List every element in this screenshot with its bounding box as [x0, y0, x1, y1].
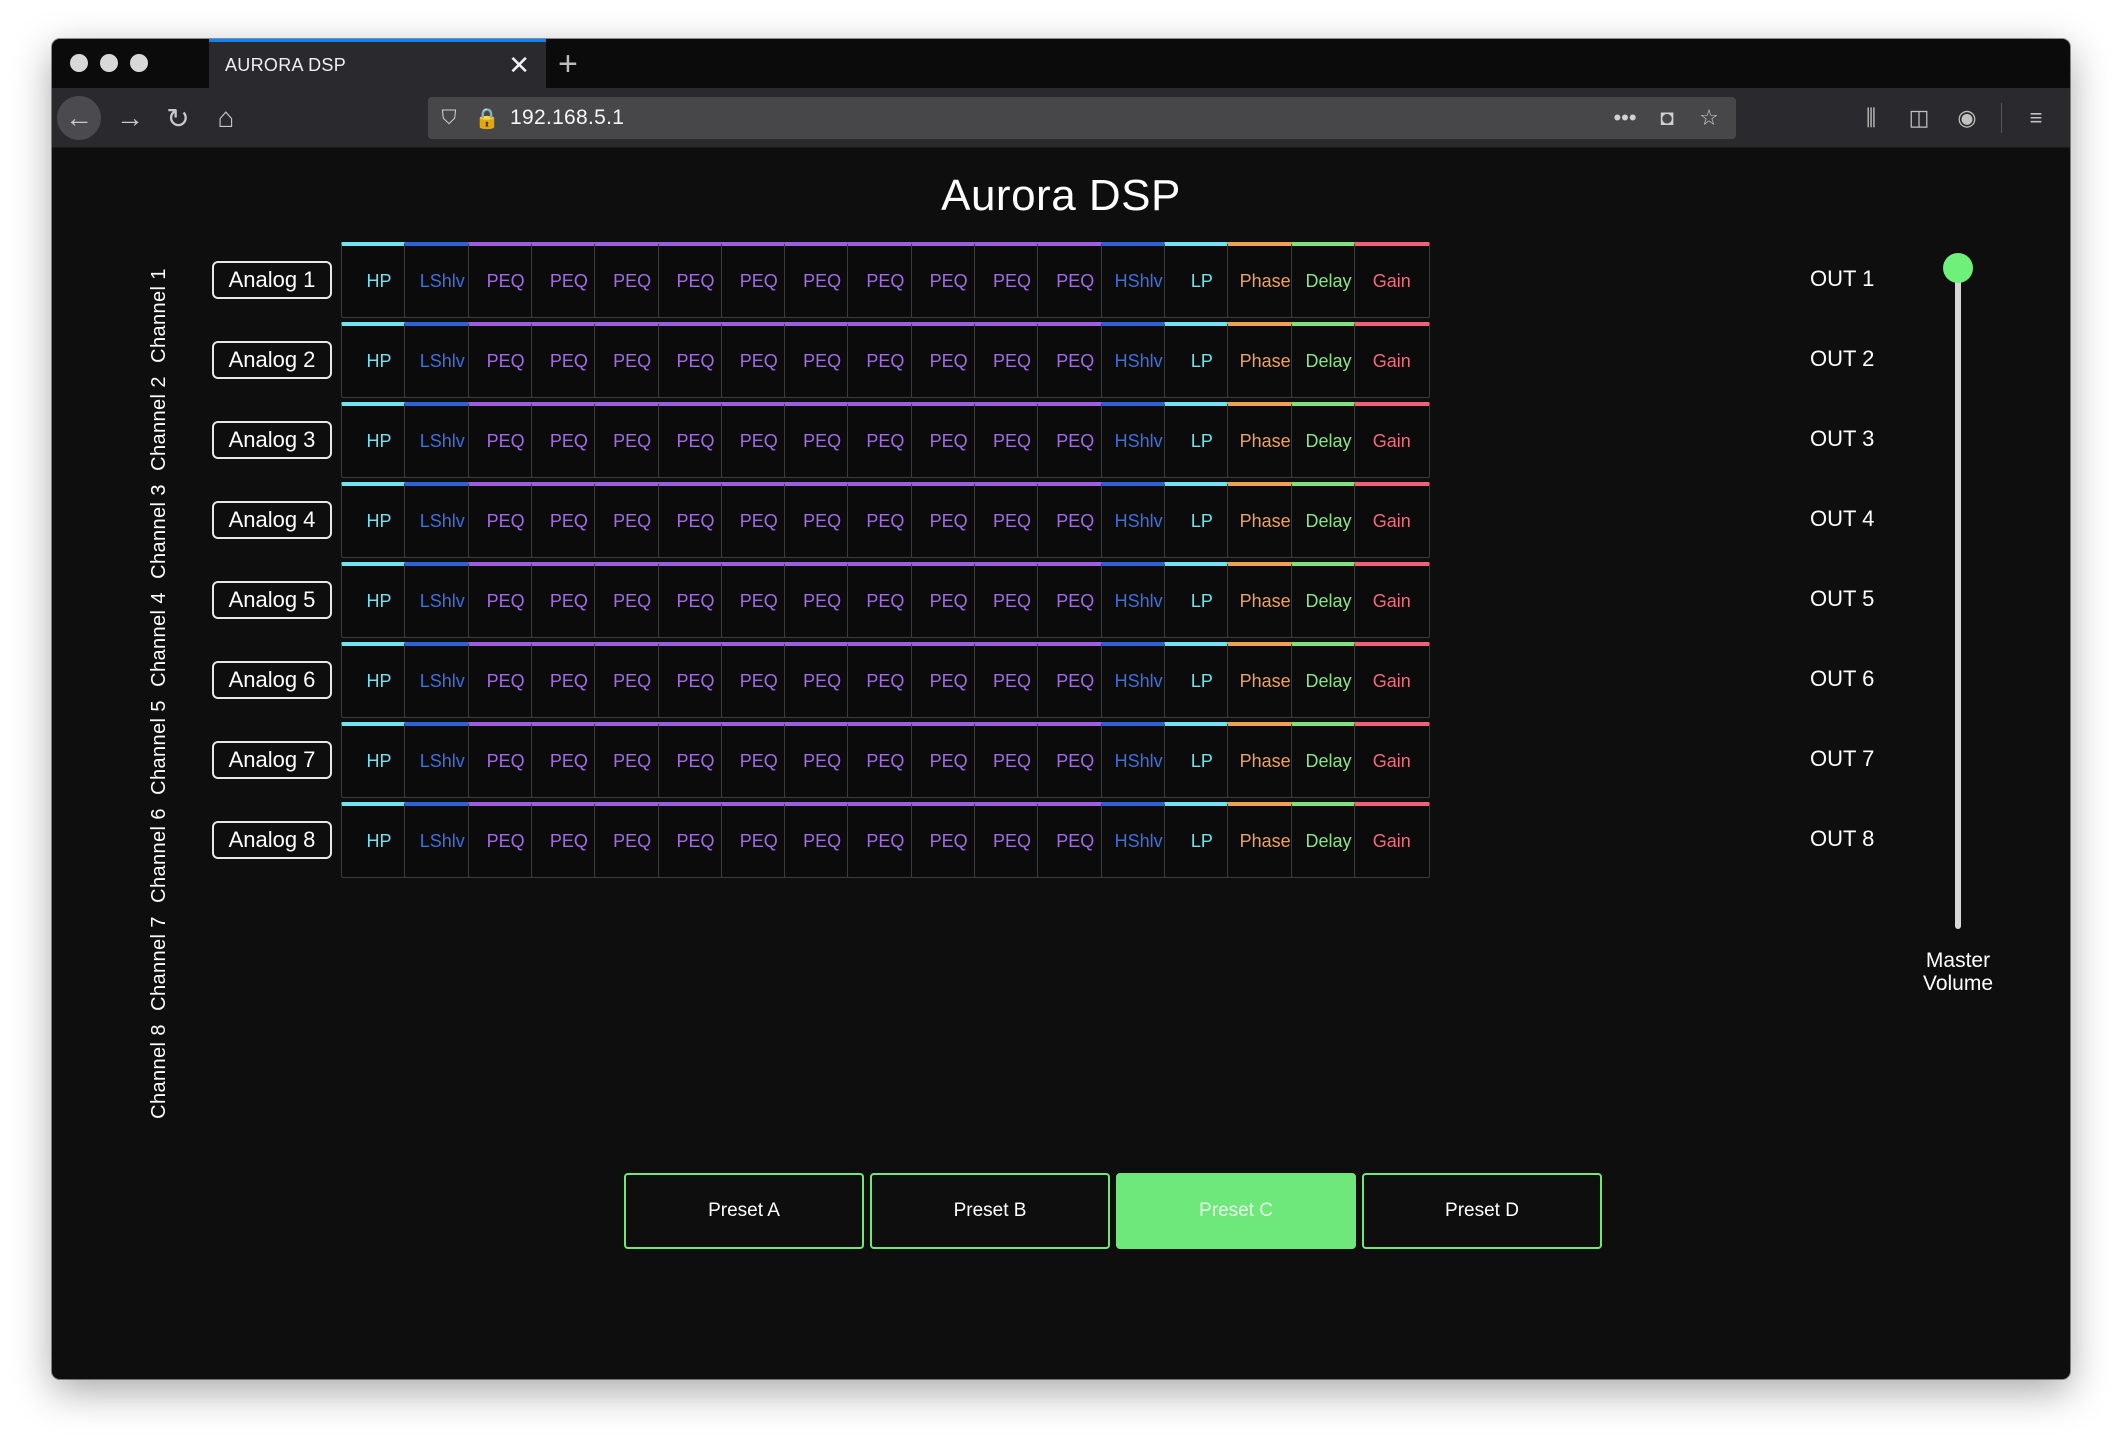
reload-icon[interactable]: ↻: [156, 96, 200, 140]
channel-label-text: Channel 8: [147, 1023, 170, 1119]
input-source-button[interactable]: Analog 7: [212, 741, 332, 779]
browser-window: AURORA DSP ✕ + ← → ↻ ⌂ ⛉ 🔒 192.168.5.1 •…: [52, 39, 2070, 1379]
account-icon[interactable]: ◉: [1947, 96, 1987, 140]
preset-button[interactable]: Preset D: [1362, 1173, 1602, 1249]
master-volume-label-line2: Volume: [1922, 972, 1994, 995]
insecure-lock-icon[interactable]: 🔒: [470, 101, 504, 135]
navigation-bar: ← → ↻ ⌂ ⛉ 🔒 192.168.5.1 ••• ◘ ☆ ⫼ ◫ ◉ ≡: [52, 88, 2070, 148]
minimize-window-button[interactable]: [100, 54, 118, 72]
dsp-page: Aurora DSP Channel 1 Channel 2 Channel 3 Ch…: [52, 149, 2070, 1379]
output-label: OUT 1: [1810, 266, 1875, 291]
preset-button[interactable]: Preset B: [870, 1173, 1110, 1249]
tab-close-icon[interactable]: ✕: [508, 52, 530, 78]
url-bar[interactable]: ⛉ 🔒 192.168.5.1 ••• ◘ ☆: [428, 97, 1736, 139]
channel-row: Analog 7 HP LShlv PEQ PEQ PEQ PEQ PEQ PEQ PEQ PEQ P…: [52, 722, 2070, 798]
url-actions: ••• ◘ ☆: [1608, 101, 1726, 135]
dsp-block-gain[interactable]: Gain: [1353, 242, 1430, 318]
channel-row: Analog 5 HP LShlv PEQ PEQ PEQ PEQ PEQ PEQ PEQ PEQ P…: [52, 562, 2070, 638]
master-volume-label-line1: Master: [1925, 949, 1991, 972]
input-source-button[interactable]: Analog 2: [212, 341, 332, 379]
library-icon[interactable]: ⫼: [1851, 96, 1891, 140]
window-controls: [70, 54, 148, 72]
channel-label: Channel 7: [144, 909, 174, 1017]
new-tab-icon[interactable]: +: [558, 45, 578, 84]
shield-icon[interactable]: ⛉: [432, 101, 466, 135]
toolbar-right: ⫼ ◫ ◉ ≡: [1851, 96, 2056, 140]
channel-row: Analog 2 HP LShlv PEQ PEQ PEQ PEQ PEQ PEQ PEQ PEQ P…: [52, 322, 2070, 398]
forward-icon[interactable]: →: [108, 96, 152, 140]
dsp-block-gain[interactable]: Gain: [1353, 722, 1430, 798]
home-icon[interactable]: ⌂: [204, 96, 248, 140]
channel-label-text: Channel 7: [147, 915, 170, 1011]
dsp-block-gain[interactable]: Gain: [1353, 482, 1430, 558]
input-source-button[interactable]: Analog 6: [212, 661, 332, 699]
back-icon[interactable]: ←: [57, 96, 101, 140]
channel-row: Analog 8 HP LShlv PEQ PEQ PEQ PEQ PEQ PEQ PEQ PEQ P…: [52, 802, 2070, 878]
preset-button[interactable]: Preset C: [1116, 1173, 1356, 1249]
title-bar: AURORA DSP ✕ +: [52, 39, 2070, 88]
output-label: OUT 5: [1810, 586, 1875, 611]
output-label: OUT 8: [1810, 826, 1875, 851]
master-volume-slider[interactable]: [1955, 267, 1961, 929]
output-label: OUT 2: [1810, 346, 1875, 371]
output-label: OUT 7: [1810, 746, 1875, 771]
dsp-block-gain[interactable]: Gain: [1353, 402, 1430, 478]
input-source-button[interactable]: Analog 3: [212, 421, 332, 459]
master-volume-label: Master Volume: [1898, 949, 2018, 995]
url-text[interactable]: 192.168.5.1: [510, 106, 1608, 130]
browser-tab[interactable]: AURORA DSP ✕: [209, 39, 546, 88]
dsp-block-gain[interactable]: Gain: [1353, 562, 1430, 638]
master-volume-thumb[interactable]: [1943, 253, 1973, 283]
dsp-block-gain[interactable]: Gain: [1353, 642, 1430, 718]
output-label: OUT 6: [1810, 666, 1875, 691]
channel-row: Analog 4 HP LShlv PEQ PEQ PEQ PEQ PEQ PEQ PEQ PEQ P…: [52, 482, 2070, 558]
dsp-block-gain[interactable]: Gain: [1353, 802, 1430, 878]
preset-button[interactable]: Preset A: [624, 1173, 864, 1249]
more-actions-icon[interactable]: •••: [1608, 101, 1642, 135]
channel-row: Analog 1 HP LShlv PEQ PEQ PEQ PEQ PEQ PEQ PEQ PEQ P…: [52, 242, 2070, 318]
close-window-button[interactable]: [70, 54, 88, 72]
channel-label: Channel 8: [144, 1017, 174, 1125]
input-source-button[interactable]: Analog 8: [212, 821, 332, 859]
tab-title: AURORA DSP: [225, 54, 347, 75]
sidebar-icon[interactable]: ◫: [1899, 96, 1939, 140]
input-source-button[interactable]: Analog 4: [212, 501, 332, 539]
output-label: OUT 4: [1810, 506, 1875, 531]
pocket-icon[interactable]: ◘: [1650, 101, 1684, 135]
maximize-window-button[interactable]: [130, 54, 148, 72]
channel-row: Analog 3 HP LShlv PEQ PEQ PEQ PEQ PEQ PEQ PEQ PEQ P…: [52, 402, 2070, 478]
input-source-button[interactable]: Analog 5: [212, 581, 332, 619]
output-label: OUT 3: [1810, 426, 1875, 451]
menu-icon[interactable]: ≡: [2016, 96, 2056, 140]
toolbar-divider: [2001, 103, 2002, 133]
page-title: Aurora DSP: [941, 171, 1181, 220]
channel-row: Analog 6 HP LShlv PEQ PEQ PEQ PEQ PEQ PEQ PEQ PEQ P…: [52, 642, 2070, 718]
dsp-block-gain[interactable]: Gain: [1353, 322, 1430, 398]
bookmark-star-icon[interactable]: ☆: [1692, 101, 1726, 135]
input-source-button[interactable]: Analog 1: [212, 261, 332, 299]
